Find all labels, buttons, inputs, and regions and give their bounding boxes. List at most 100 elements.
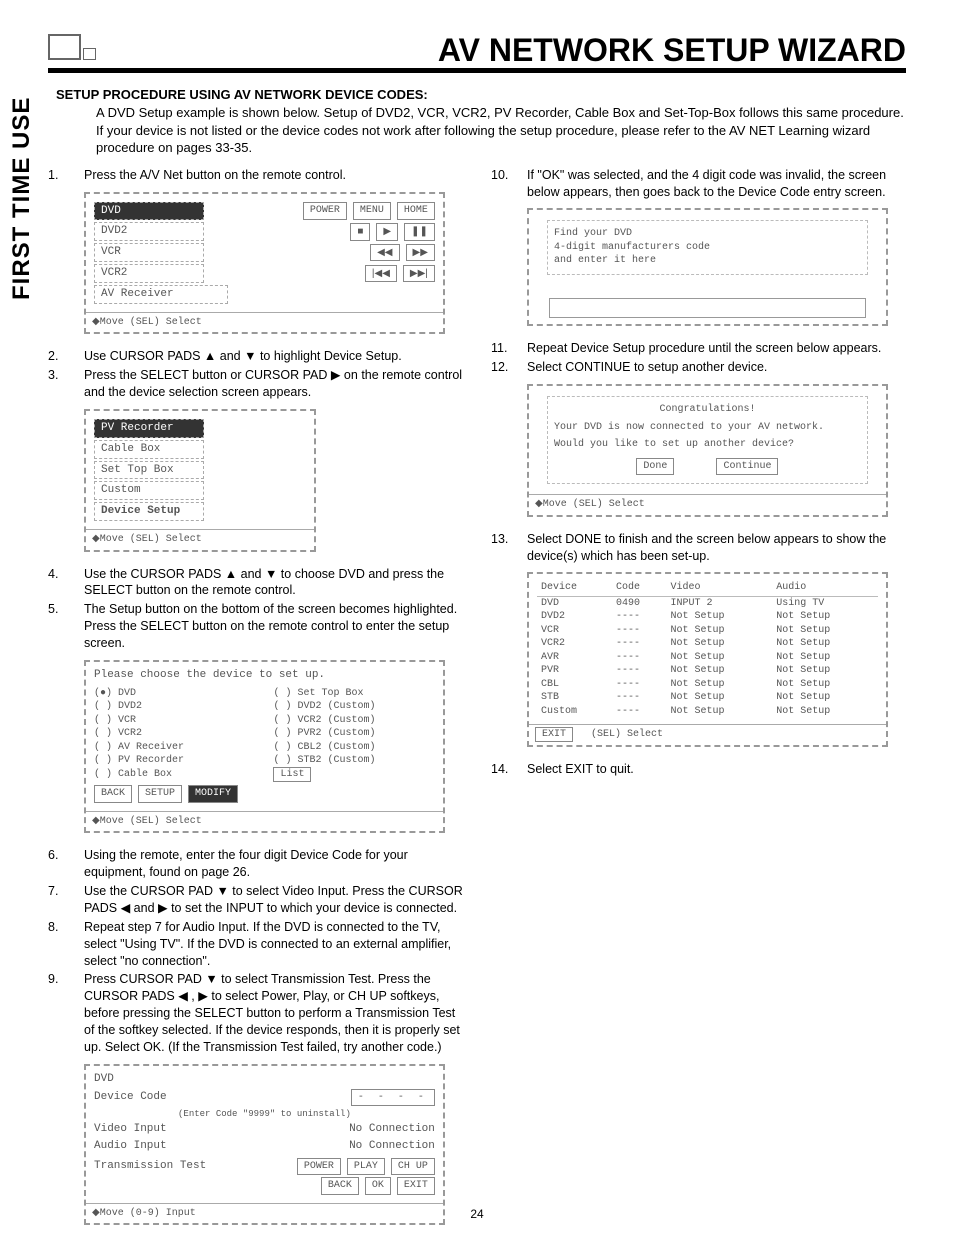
fig4-code-label: Device Code bbox=[94, 1090, 167, 1105]
step-number: 14. bbox=[491, 761, 527, 778]
fig4-ai-label: Audio Input bbox=[94, 1139, 167, 1154]
figure-device-code-entry: DVD Device Code - - - - (Enter Code "999… bbox=[84, 1064, 445, 1226]
th-device: Device bbox=[537, 580, 612, 596]
figure-congrats: Congratulations! Your DVD is now connect… bbox=[527, 384, 888, 517]
step-text: Repeat step 7 for Audio Input. If the DV… bbox=[84, 919, 463, 970]
step-text: Using the remote, enter the four digit D… bbox=[84, 847, 463, 881]
fig2-custom: Custom bbox=[94, 481, 204, 500]
step-number: 11. bbox=[491, 340, 527, 357]
fig4-ok: OK bbox=[365, 1177, 391, 1195]
fig4-tt-label: Transmission Test bbox=[94, 1159, 206, 1174]
fig2-device-setup: Device Setup bbox=[94, 502, 204, 521]
fig6-footer: ◆Move (SEL) Select bbox=[529, 494, 886, 515]
step-number: 3. bbox=[48, 367, 84, 401]
play-icon: ▶ bbox=[376, 223, 398, 241]
step-text: Select EXIT to quit. bbox=[527, 761, 906, 778]
fig6-title: Congratulations! bbox=[554, 403, 861, 417]
table-row: STB----Not SetupNot Setup bbox=[537, 691, 878, 705]
fig7-footer: (SEL) Select bbox=[591, 729, 663, 740]
fig3-modify: MODIFY bbox=[188, 785, 238, 803]
step-text: Press the A/V Net button on the remote c… bbox=[84, 167, 463, 184]
fig1-dvd2: DVD2 bbox=[94, 222, 204, 241]
table-row: PVR----Not SetupNot Setup bbox=[537, 664, 878, 678]
step-number: 7. bbox=[48, 883, 84, 917]
fig1-dvd: DVD bbox=[94, 202, 204, 221]
table-row: VCR----Not SetupNot Setup bbox=[537, 624, 878, 638]
table-row: VCR2----Not SetupNot Setup bbox=[537, 637, 878, 651]
fig3-footer: ◆Move (SEL) Select bbox=[86, 811, 443, 832]
fig4-back: BACK bbox=[321, 1177, 359, 1195]
left-column: 1.Press the A/V Net button on the remote… bbox=[48, 167, 463, 1240]
th-code: Code bbox=[612, 580, 667, 596]
ffwd-icon: ▶▶ bbox=[406, 244, 435, 262]
fig4-title: DVD bbox=[94, 1072, 435, 1087]
section-intro: A DVD Setup example is shown below. Setu… bbox=[48, 104, 906, 157]
fig3-opt: ( ) PVR2 (Custom) bbox=[273, 727, 434, 741]
title-rule bbox=[48, 68, 906, 73]
fig4-code-box: - - - - bbox=[351, 1089, 435, 1107]
fig2-pvr: PV Recorder bbox=[94, 419, 204, 438]
th-audio: Audio bbox=[772, 580, 878, 596]
fig6-msg1: Your DVD is now connected to your AV net… bbox=[554, 421, 861, 435]
table-row: CBL----Not SetupNot Setup bbox=[537, 678, 878, 692]
fig2-cable: Cable Box bbox=[94, 440, 204, 459]
fig5-entry-box bbox=[549, 298, 866, 318]
table-row: AVR----Not SetupNot Setup bbox=[537, 651, 878, 665]
fig4-code-hint: (Enter Code "9999" to uninstall) bbox=[94, 1108, 435, 1120]
fig3-opt: ( ) STB2 (Custom) bbox=[273, 754, 434, 768]
step-text: Press CURSOR PAD ▼ to select Transmissio… bbox=[84, 971, 463, 1055]
fig3-prompt: Please choose the device to set up. bbox=[94, 668, 435, 683]
fig3-back: BACK bbox=[94, 785, 132, 803]
th-video: Video bbox=[667, 580, 773, 596]
fig1-menu: MENU bbox=[353, 202, 391, 220]
fig4-play: PLAY bbox=[347, 1158, 385, 1176]
fig4-power: POWER bbox=[297, 1158, 341, 1176]
table-row: Custom----Not SetupNot Setup bbox=[537, 705, 878, 719]
fig3-opt: ( ) AV Receiver bbox=[94, 741, 255, 755]
step-number: 4. bbox=[48, 566, 84, 600]
step-text: Select CONTINUE to setup another device. bbox=[527, 359, 906, 376]
step-number: 12. bbox=[491, 359, 527, 376]
step-number: 5. bbox=[48, 601, 84, 652]
fig1-footer: ◆Move (SEL) Select bbox=[86, 312, 443, 333]
fig4-chup: CH UP bbox=[391, 1158, 435, 1176]
step-number: 10. bbox=[491, 167, 527, 201]
fig3-list-btn: List bbox=[273, 767, 311, 782]
fig6-done: Done bbox=[636, 458, 674, 476]
fig6-msg2: Would you like to set up another device? bbox=[554, 438, 861, 452]
fig3-opt: (●) DVD bbox=[94, 687, 255, 701]
rewind-icon: ◀◀ bbox=[370, 244, 399, 262]
next-icon: ▶▶| bbox=[403, 265, 435, 283]
figure-av-net-main: DVD POWER MENU HOME DVD2 ■ ▶ ❚❚ VC bbox=[84, 192, 445, 335]
device-table: Device Code Video Audio DVD0490INPUT 2Us… bbox=[537, 580, 878, 718]
tv-logo-icon bbox=[48, 28, 96, 60]
step-number: 6. bbox=[48, 847, 84, 881]
step-text: Use CURSOR PADS ▲ and ▼ to highlight Dev… bbox=[84, 348, 463, 365]
section-heading: SETUP PROCEDURE USING AV NETWORK DEVICE … bbox=[48, 87, 906, 102]
fig2-stb: Set Top Box bbox=[94, 461, 204, 480]
fig3-opt: ( ) CBL2 (Custom) bbox=[273, 741, 434, 755]
fig3-opt: ( ) Set Top Box bbox=[273, 687, 434, 701]
figure-device-summary: Device Code Video Audio DVD0490INPUT 2Us… bbox=[527, 572, 888, 747]
pause-icon: ❚❚ bbox=[404, 223, 435, 241]
fig7-exit: EXIT bbox=[535, 727, 573, 742]
fig5-msg: Find your DVD 4-digit manufacturers code… bbox=[547, 220, 868, 275]
stop-icon: ■ bbox=[350, 223, 370, 241]
step-number: 2. bbox=[48, 348, 84, 365]
prev-icon: |◀◀ bbox=[365, 265, 397, 283]
step-number: 9. bbox=[48, 971, 84, 1055]
fig1-home: HOME bbox=[397, 202, 435, 220]
fig1-vcr: VCR bbox=[94, 243, 204, 262]
sidebar-label: FIRST TIME USE bbox=[8, 97, 36, 300]
fig3-setup: SETUP bbox=[138, 785, 182, 803]
table-row: DVD0490INPUT 2Using TV bbox=[537, 596, 878, 610]
fig1-avr: AV Receiver bbox=[94, 285, 228, 304]
page-number: 24 bbox=[0, 1207, 954, 1221]
step-number: 13. bbox=[491, 531, 527, 565]
fig3-opt: ( ) Cable Box bbox=[94, 768, 255, 782]
figure-choose-device: Please choose the device to set up. (●) … bbox=[84, 660, 445, 833]
fig3-opt: ( ) VCR2 bbox=[94, 727, 255, 741]
figure-device-list: PV Recorder Cable Box Set Top Box Custom… bbox=[84, 409, 316, 552]
fig3-opt: ( ) DVD2 (Custom) bbox=[273, 700, 434, 714]
step-text: Repeat Device Setup procedure until the … bbox=[527, 340, 906, 357]
